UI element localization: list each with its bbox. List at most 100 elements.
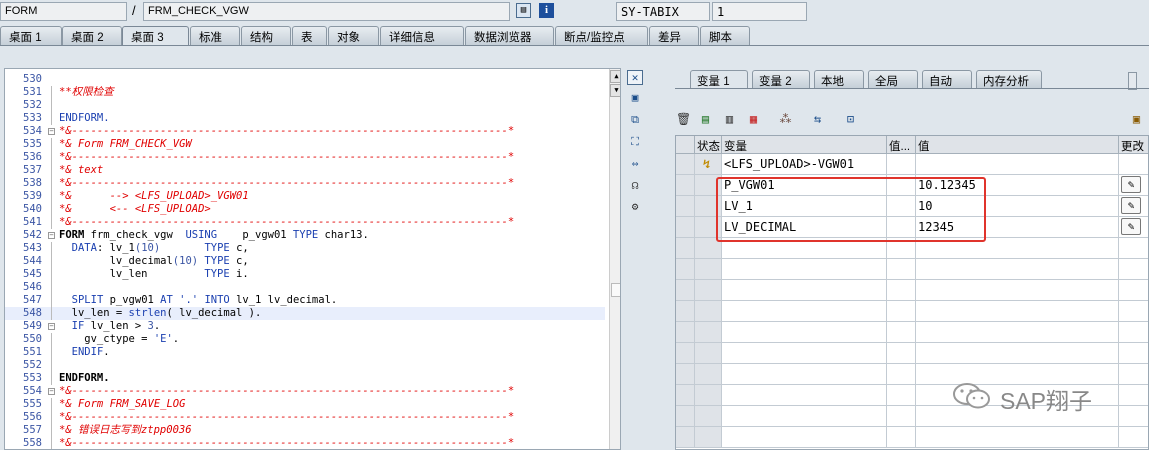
change-cell[interactable] <box>1119 406 1148 427</box>
header-value[interactable]: 值 <box>916 136 1119 154</box>
change-cell[interactable]: ✎ <box>1119 175 1148 196</box>
code-line[interactable]: 553 ENDFORM. <box>5 372 605 385</box>
variable-cell[interactable] <box>722 280 887 301</box>
variable-cell[interactable] <box>722 427 887 448</box>
header-status[interactable]: 状态 <box>695 136 722 154</box>
code-line[interactable]: 543 DATA: lv_1(10) TYPE c, <box>5 242 605 255</box>
clear-icon[interactable]: ▦ <box>746 112 761 127</box>
code-line[interactable]: 558 *&-----------------------------------… <box>5 437 605 449</box>
program-type-field[interactable]: FORM <box>0 2 127 21</box>
code-line[interactable]: 539 *& --> <LFS_UPLOAD>_VGW01 <box>5 190 605 203</box>
edit-pencil-icon[interactable]: ✎ <box>1121 197 1141 214</box>
tab-local[interactable]: 本地 <box>814 70 864 88</box>
code-line[interactable]: 555 *& Form FRM_SAVE_LOG <box>5 398 605 411</box>
swap-tool-icon[interactable]: ⧉ <box>627 113 643 128</box>
maximize-icon[interactable]: ⛶ <box>627 135 643 150</box>
value-cell[interactable] <box>916 280 1119 301</box>
export-icon[interactable]: ▥ <box>722 112 737 127</box>
change-cell[interactable] <box>1119 154 1148 175</box>
tab-data-browser[interactable]: 数据浏览器 <box>465 26 554 45</box>
change-cell[interactable] <box>1119 259 1148 280</box>
navigate-icon[interactable]: ⇆ <box>810 112 825 127</box>
tab-global[interactable]: 全局 <box>868 70 918 88</box>
value-cell[interactable] <box>916 301 1119 322</box>
info-icon[interactable]: i <box>539 3 554 18</box>
tab-details[interactable]: 详细信息 <box>380 26 464 45</box>
value-short-cell[interactable] <box>887 406 916 427</box>
close-icon[interactable]: ✕ <box>627 70 643 85</box>
tab-structure[interactable]: 结构 <box>241 26 291 45</box>
value-short-cell[interactable] <box>887 154 916 175</box>
fold-toggle-icon[interactable]: − <box>48 323 55 330</box>
tab-variables-1[interactable]: 变量 1 <box>690 70 748 88</box>
code-line[interactable]: 549− IF lv_len > 3. <box>5 320 605 333</box>
value-cell[interactable] <box>916 154 1119 175</box>
code-line[interactable]: 542− FORM frm_check_vgw USING p_vgw01 TYP… <box>5 229 605 242</box>
value-short-cell[interactable] <box>887 301 916 322</box>
value-cell[interactable] <box>916 259 1119 280</box>
tab-desktop-1[interactable]: 桌面 1 <box>0 26 62 45</box>
code-line[interactable]: 550 gv_ctype = 'E'. <box>5 333 605 346</box>
tab-standard[interactable]: 标准 <box>190 26 240 45</box>
scroll-up-icon[interactable]: ▲ <box>610 70 620 83</box>
delete-icon[interactable]: 🗑 <box>676 112 691 127</box>
change-cell[interactable] <box>1119 238 1148 259</box>
tab-diff[interactable]: 差异 <box>649 26 699 45</box>
code-line[interactable]: 552 <box>5 359 605 372</box>
service-icon[interactable]: ☊ <box>627 179 643 194</box>
change-cell[interactable] <box>1119 427 1148 448</box>
tab-object[interactable]: 对象 <box>328 26 379 45</box>
save-icon[interactable]: ▣ <box>1129 112 1144 127</box>
variable-cell[interactable] <box>722 301 887 322</box>
variable-cell[interactable] <box>722 364 887 385</box>
hierarchy-icon[interactable]: ⁂ <box>778 112 793 127</box>
change-cell[interactable] <box>1119 280 1148 301</box>
variable-cell[interactable]: <LFS_UPLOAD>-VGW01 <box>722 154 887 175</box>
change-cell[interactable] <box>1119 343 1148 364</box>
code-line[interactable]: 538 *&-----------------------------------… <box>5 177 605 190</box>
editor-scrollbar[interactable]: ▲ ▼ <box>609 69 620 449</box>
code-line[interactable]: 554− *&----------------------------------… <box>5 385 605 398</box>
value-short-cell[interactable] <box>887 385 916 406</box>
edit-pencil-icon[interactable]: ✎ <box>1121 218 1141 235</box>
tab-desktop-2[interactable]: 桌面 2 <box>62 26 122 45</box>
value-short-cell[interactable] <box>887 259 916 280</box>
change-cell[interactable] <box>1119 301 1148 322</box>
code-line[interactable]: 530 <box>5 73 605 86</box>
program-name-field[interactable]: FRM_CHECK_VGW <box>143 2 510 21</box>
tab-script[interactable]: 脚本 <box>700 26 750 45</box>
resize-icon[interactable]: ⇔ <box>627 157 643 172</box>
value-short-cell[interactable] <box>887 427 916 448</box>
code-line[interactable]: 531 **权限检查 <box>5 86 605 99</box>
settings-icon[interactable]: ⚙ <box>627 200 643 215</box>
source-icon[interactable]: ▤ <box>516 3 531 18</box>
display-icon[interactable]: ⊡ <box>843 112 858 127</box>
code-line[interactable]: 545 lv_len TYPE i. <box>5 268 605 281</box>
expand-icon[interactable]: ↯ <box>703 157 710 171</box>
variable-cell[interactable] <box>722 343 887 364</box>
value-cell[interactable] <box>916 322 1119 343</box>
code-line[interactable]: 556 *&-----------------------------------… <box>5 411 605 424</box>
fold-toggle-icon[interactable]: − <box>48 128 55 135</box>
value-short-cell[interactable] <box>887 343 916 364</box>
import-icon[interactable]: ▤ <box>698 112 713 127</box>
header-change[interactable]: 更改 <box>1119 136 1148 154</box>
change-cell[interactable]: ✎ <box>1119 217 1148 238</box>
tab-memory-analysis[interactable]: 内存分析 <box>976 70 1042 88</box>
code-line[interactable]: 546 <box>5 281 605 294</box>
variable-cell[interactable] <box>722 259 887 280</box>
tab-table[interactable]: 表 <box>292 26 327 45</box>
value-cell[interactable] <box>916 427 1119 448</box>
code-line[interactable]: 540 *& <-- <LFS_UPLOAD> <box>5 203 605 216</box>
code-line[interactable]: 551 ENDIF. <box>5 346 605 359</box>
code-line[interactable]: 547 SPLIT p_vgw01 AT '.' INTO lv_1 lv_de… <box>5 294 605 307</box>
code-line[interactable]: 534− *&----------------------------------… <box>5 125 605 138</box>
variable-cell[interactable] <box>722 385 887 406</box>
value-short-cell[interactable] <box>887 280 916 301</box>
new-tool-icon[interactable]: ▣ <box>627 91 643 106</box>
change-cell[interactable] <box>1119 322 1148 343</box>
fold-toggle-icon[interactable]: − <box>48 232 55 239</box>
fold-toggle-icon[interactable]: − <box>48 388 55 395</box>
value-short-cell[interactable] <box>887 322 916 343</box>
tab-desktop-3[interactable]: 桌面 3 <box>122 26 189 46</box>
